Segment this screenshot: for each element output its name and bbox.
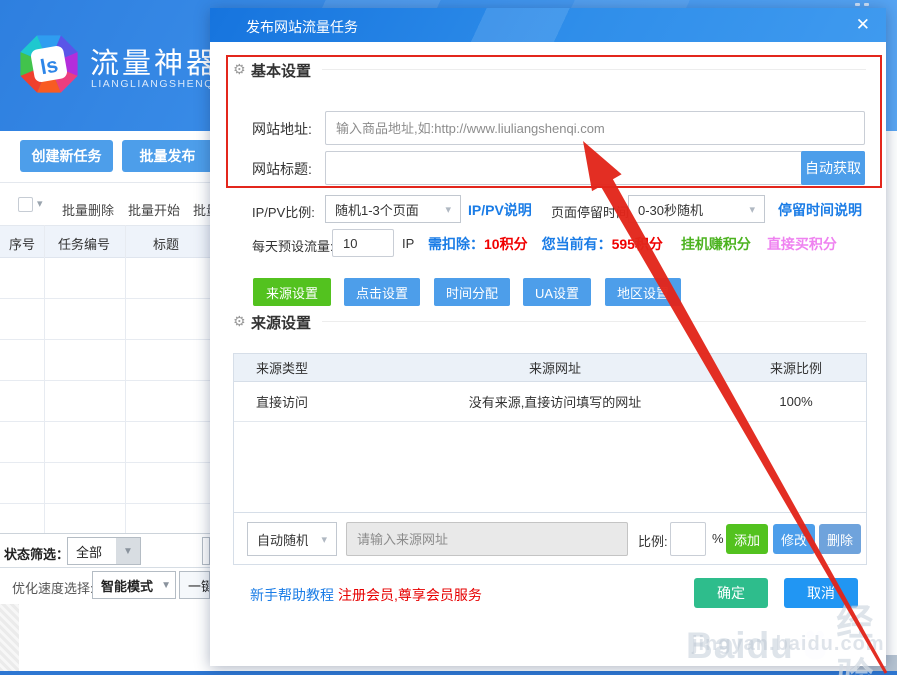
status-filter-bar: 状态筛选： 全部 ▼ (0, 533, 210, 567)
source-ratio-cell: 100% (726, 382, 866, 421)
chevron-down-icon: ▼ (161, 580, 171, 591)
task-table-empty-rows (0, 258, 210, 533)
status-filter-select[interactable]: 全部 ▼ (67, 537, 141, 565)
website-url-label: 网站地址: (252, 119, 312, 139)
main-actions-bar: 创建新任务 批量发布 (0, 131, 210, 183)
tab-region-settings[interactable]: 地区设置 (605, 278, 681, 306)
website-title-input[interactable] (325, 151, 865, 185)
ippv-ratio-value: 随机1-3个页面 (326, 200, 419, 219)
ippv-ratio-label: IP/PV比例: (252, 202, 315, 221)
one-key-label: 一键 (180, 576, 209, 595)
window-control-dot[interactable] (855, 3, 860, 6)
stay-time-help-link[interactable]: 停留时间说明 (778, 200, 862, 220)
confirm-button[interactable]: 确定 (694, 578, 768, 608)
buy-points-link[interactable]: 直接买积分 (767, 236, 837, 252)
clipped-select[interactable] (202, 537, 210, 565)
delete-source-button[interactable]: 删除 (819, 524, 861, 554)
website-title-label: 网站标题: (252, 159, 312, 179)
balance-label: 您当前有： (542, 236, 612, 252)
earn-points-link[interactable]: 挂机赚积分 (681, 236, 751, 252)
deduct-value: 10积分 (484, 236, 528, 252)
status-filter-label: 状态筛选： (4, 544, 69, 563)
tab-ua-settings[interactable]: UA设置 (523, 278, 591, 306)
cancel-button[interactable]: 取消 (784, 578, 858, 608)
percent-sign: % (712, 531, 724, 546)
ratio-input[interactable] (670, 522, 706, 556)
source-controls-row: 自动随机来源 ▾ 比例: % 添加 修改 删除 (234, 512, 866, 564)
speed-select-bar: 优化速度选择: 智能模式 ▼ 一键 (0, 567, 210, 600)
tab-click-settings[interactable]: 点击设置 (344, 278, 420, 306)
ippv-help-link[interactable]: IP/PV说明 (468, 200, 532, 220)
gear-icon: ⚙ (233, 61, 246, 78)
column-header-title: 标题 (153, 234, 179, 253)
source-url-input[interactable] (346, 522, 628, 556)
chevron-down-icon: ▾ (321, 533, 336, 546)
publish-traffic-dialog: 发布网站流量任务 ✕ ⚙ 基本设置 网站地址: 网站标题: 自动获取 IP/PV… (210, 8, 886, 666)
batch-delete-link[interactable]: 批量删除 (62, 200, 114, 219)
table-column-divider (44, 225, 45, 533)
balance-value: 595积分 (612, 236, 663, 252)
stay-time-label: 页面停留时间: (551, 202, 633, 221)
app-title: 流量神器 (90, 40, 218, 82)
app-window: ls 流量神器 LIANGLIANGSHENQI 创建新任务 批量发布 ▾ 批量… (0, 0, 897, 675)
stay-time-select[interactable]: 0-30秒随机 ▾ (628, 195, 765, 223)
source-table-panel: 来源类型 来源网址 来源比例 直接访问 没有来源,直接访问填写的网址 100% … (233, 353, 867, 565)
speed-select-label: 优化速度选择: (12, 578, 94, 597)
tab-source-settings[interactable]: 来源设置 (253, 278, 331, 306)
column-header-task-id: 任务编号 (58, 234, 110, 253)
app-logo-icon: ls (18, 33, 80, 95)
source-table-header: 来源类型 来源网址 来源比例 (234, 354, 866, 382)
ippv-ratio-select[interactable]: 随机1-3个页面 ▾ (325, 195, 461, 223)
points-info: 需扣除：10积分您当前有：595积分 挂机赚积分直接买积分 (428, 234, 837, 254)
speed-mode-value: 智能模式 (93, 576, 153, 595)
source-settings-title: 来源设置 (251, 312, 311, 333)
batch-publish-button[interactable]: 批量发布 (122, 140, 213, 172)
auto-fetch-button[interactable]: 自动获取 (801, 151, 865, 185)
column-header-index: 序号 (9, 234, 35, 253)
source-type-select[interactable]: 自动随机来源 ▾ (247, 522, 337, 556)
dialog-title: 发布网站流量任务 (246, 17, 358, 37)
ratio-label: 比例: (638, 531, 668, 550)
create-task-button[interactable]: 创建新任务 (20, 140, 113, 172)
speed-mode-select[interactable]: 智能模式 ▼ (92, 571, 176, 599)
dialog-titlebar[interactable]: 发布网站流量任务 ✕ (210, 8, 886, 42)
status-filter-value: 全部 (68, 542, 102, 561)
source-url-header: 来源网址 (384, 354, 726, 381)
chevron-down-icon[interactable]: ▾ (37, 197, 43, 210)
resize-grip-area (0, 604, 19, 671)
daily-traffic-label: 每天预设流量: (252, 236, 334, 255)
one-key-button[interactable]: 一键 (179, 571, 210, 599)
source-ratio-header: 来源比例 (726, 354, 866, 381)
daily-traffic-input[interactable] (332, 229, 394, 257)
tab-time-allocation[interactable]: 时间分配 (434, 278, 510, 306)
table-row[interactable]: 直接访问 没有来源,直接访问填写的网址 100% (234, 382, 866, 422)
deduct-label: 需扣除： (428, 236, 484, 252)
section-divider (322, 69, 866, 70)
website-url-input[interactable] (325, 111, 865, 145)
close-icon[interactable]: ✕ (852, 13, 874, 37)
add-source-button[interactable]: 添加 (726, 524, 768, 554)
edit-source-button[interactable]: 修改 (773, 524, 815, 554)
basic-settings-title: 基本设置 (251, 60, 311, 81)
task-table-header: 序号 任务编号 标题 (0, 225, 210, 258)
source-type-value: 自动随机来源 (248, 530, 308, 549)
chevron-down-icon: ▾ (749, 203, 764, 216)
window-bottom-edge (0, 671, 897, 675)
source-url-cell: 没有来源,直接访问填写的网址 (384, 382, 726, 421)
window-control-dot[interactable] (864, 3, 869, 6)
app-subtitle: LIANGLIANGSHENQI (91, 78, 218, 90)
daily-traffic-unit: IP (402, 236, 414, 251)
source-type-header: 来源类型 (234, 354, 384, 381)
member-register-link[interactable]: 注册会员,尊享会员服务 (338, 585, 482, 605)
table-column-divider (125, 225, 126, 533)
help-tutorial-link[interactable]: 新手帮助教程 (250, 585, 334, 605)
gear-icon: ⚙ (233, 313, 246, 330)
batch-start-link[interactable]: 批量开始 (128, 200, 180, 219)
section-divider (322, 321, 866, 322)
chevron-down-icon: ▾ (445, 203, 460, 216)
select-all-checkbox[interactable] (18, 197, 33, 212)
source-type-cell: 直接访问 (234, 382, 384, 421)
stay-time-value: 0-30秒随机 (629, 200, 703, 219)
chevron-down-icon[interactable]: ▼ (116, 538, 140, 564)
